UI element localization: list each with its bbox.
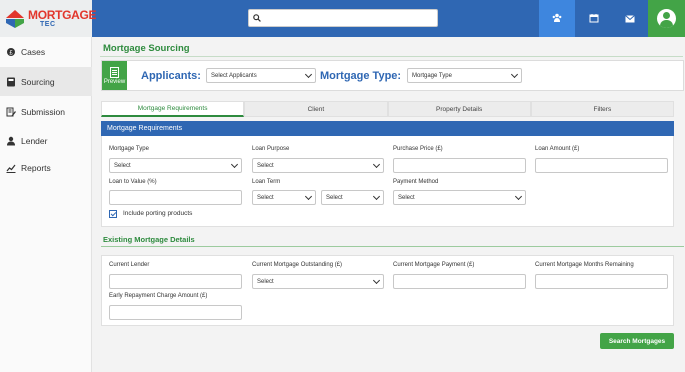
sidebar-item-lender[interactable]: Lender — [0, 126, 92, 155]
page-title: Mortgage Sourcing — [103, 43, 190, 54]
mortgage-type-select[interactable]: Mortgage Type — [407, 68, 522, 83]
existing-mortgage-title: Existing Mortgage Details — [103, 235, 195, 244]
mortgage-type-field[interactable]: Select — [109, 158, 242, 173]
outstanding-label: Current Mortgage Outstanding (£) — [252, 262, 343, 268]
sidebar-item-label: Cases — [21, 46, 46, 57]
search-input[interactable] — [264, 13, 434, 23]
outstanding-select[interactable]: Select — [252, 274, 384, 289]
months-remaining-label: Current Mortgage Months Remaining — [535, 262, 634, 268]
erc-label: Early Repayment Charge Amount (£) — [109, 293, 208, 299]
select-value: Select — [257, 162, 274, 169]
months-remaining-input[interactable] — [535, 274, 668, 289]
submission-icon — [5, 106, 16, 117]
mortgage-type-select-value: Mortgage Type — [412, 72, 452, 79]
calendar-icon — [589, 10, 599, 28]
tab-mortgage-requirements[interactable]: Mortgage Requirements — [101, 101, 245, 117]
select-value: Select — [326, 194, 343, 201]
chevron-down-icon — [510, 70, 519, 79]
chevron-down-icon — [372, 276, 381, 285]
top-bar: MORTGAGE TEC — [0, 0, 685, 37]
requirements-header: Mortgage Requirements — [101, 121, 674, 136]
chevron-down-icon — [304, 192, 313, 201]
user-avatar-button[interactable] — [648, 0, 685, 37]
chevron-down-icon — [230, 160, 239, 169]
select-value: Select — [114, 162, 131, 169]
chevron-down-icon — [372, 192, 381, 201]
sidebar-item-label: Reports — [21, 162, 51, 173]
lender-icon — [5, 135, 16, 146]
purchase-price-label: Purchase Price (£) — [393, 146, 443, 152]
select-value: Select — [257, 278, 274, 285]
users-button[interactable] — [539, 0, 575, 37]
ltv-label: Loan to Value (%) — [109, 179, 157, 185]
loan-purpose-field[interactable]: Select — [252, 158, 384, 173]
ltv-input[interactable] — [109, 190, 242, 205]
current-payment-label: Current Mortgage Payment (£) — [393, 262, 475, 268]
divider — [100, 56, 683, 57]
chevron-down-icon — [304, 70, 313, 79]
cases-icon: £ — [5, 46, 16, 57]
sidebar-item-label: Lender — [21, 135, 48, 146]
applicants-label: Applicants: — [141, 70, 201, 82]
divider — [101, 246, 684, 247]
logo[interactable]: MORTGAGE TEC — [0, 0, 97, 37]
mail-icon — [625, 10, 635, 28]
porting-checkbox[interactable] — [109, 210, 117, 218]
select-value: Select — [398, 194, 415, 201]
sidebar-item-label: Submission — [21, 106, 65, 117]
porting-label: Include porting products — [123, 210, 193, 217]
main-content: Mortgage Sourcing Preview Applicants: Se… — [92, 37, 685, 372]
current-lender-input[interactable] — [109, 274, 242, 289]
reports-icon — [5, 162, 16, 173]
logo-text: MORTGAGE TEC — [28, 8, 97, 28]
tab-property-details[interactable]: Property Details — [387, 101, 531, 117]
loan-term-months-select[interactable]: Select — [321, 190, 384, 205]
loan-amount-label: Loan Amount (£) — [535, 146, 580, 152]
payment-method-select[interactable]: Select — [393, 190, 526, 205]
current-payment-input[interactable] — [393, 274, 526, 289]
chevron-down-icon — [372, 160, 381, 169]
applicants-select[interactable]: Select Applicants — [206, 68, 316, 83]
tab-client[interactable]: Client — [244, 101, 388, 117]
purchase-price-input[interactable] — [393, 158, 526, 173]
loan-term-years-select[interactable]: Select — [252, 190, 316, 205]
applicants-bar: Preview Applicants: Select Applicants Mo… — [101, 60, 684, 91]
search-icon — [253, 9, 261, 27]
tab-filters[interactable]: Filters — [530, 101, 674, 117]
sidebar-item-cases[interactable]: £ Cases — [0, 37, 92, 66]
current-lender-label: Current Lender — [109, 262, 150, 268]
sidebar-item-submission[interactable]: Submission — [0, 97, 92, 126]
chevron-down-icon — [514, 192, 523, 201]
sidebar-item-reports[interactable]: Reports — [0, 153, 92, 182]
logo-mark-icon — [5, 9, 25, 29]
sidebar: £ Cases Sourcing Submission Lender Repor… — [0, 37, 92, 372]
search-mortgages-button[interactable]: Search Mortgages — [600, 333, 674, 349]
loan-amount-input[interactable] — [535, 158, 668, 173]
sidebar-item-sourcing[interactable]: Sourcing — [0, 67, 92, 96]
global-search[interactable] — [248, 9, 438, 27]
select-value: Select — [257, 194, 274, 201]
sourcing-icon — [5, 76, 16, 87]
logo-line-1: MORTGAGE — [28, 8, 97, 22]
mortgage-type-label: Mortgage Type: — [320, 70, 402, 82]
applicants-select-value: Select Applicants — [211, 72, 257, 79]
sidebar-item-label: Sourcing — [21, 76, 55, 87]
logo-line-2: TEC — [40, 21, 56, 28]
loan-purpose-label: Loan Purpose — [252, 146, 290, 152]
document-icon — [110, 66, 119, 78]
app-root: MORTGAGE TEC £ Cases Sourcing Submission… — [0, 0, 685, 372]
users-icon — [552, 10, 562, 28]
payment-method-label: Payment Method — [393, 179, 439, 185]
avatar-icon — [657, 9, 676, 28]
preview-label: Preview — [103, 78, 126, 85]
preview-button[interactable]: Preview — [102, 61, 127, 90]
tab-bar: Mortgage Requirements Client Property De… — [101, 101, 674, 117]
mortgage-type-field-label: Mortgage Type — [109, 146, 149, 152]
calendar-button[interactable] — [576, 0, 612, 37]
loan-term-label: Loan Term — [252, 179, 281, 185]
mail-button[interactable] — [612, 0, 648, 37]
erc-input[interactable] — [109, 305, 242, 320]
